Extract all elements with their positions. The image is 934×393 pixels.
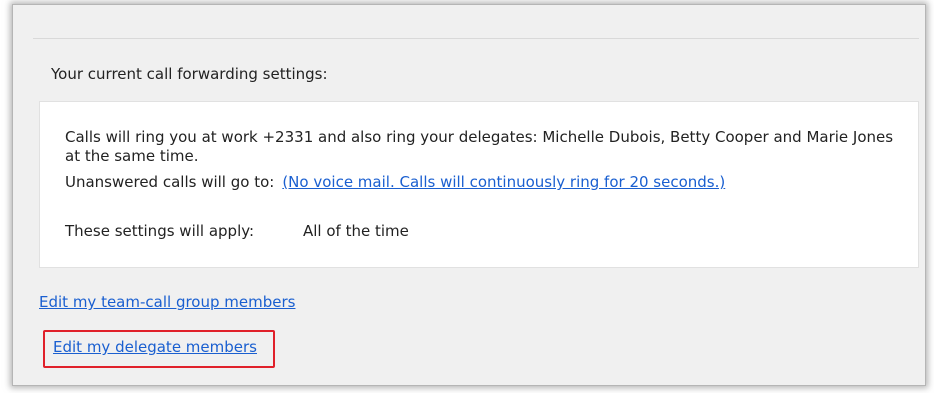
section-title: Your current call forwarding settings: xyxy=(51,65,328,83)
apply-label: These settings will apply: xyxy=(65,222,255,240)
settings-summary-box: Calls will ring you at work +2331 and al… xyxy=(39,101,919,268)
apply-value: All of the time xyxy=(303,222,409,240)
edit-delegate-link[interactable]: Edit my delegate members xyxy=(53,338,257,356)
call-forwarding-panel: Your current call forwarding settings: C… xyxy=(12,4,926,386)
apply-row: These settings will apply: All of the tim… xyxy=(65,222,409,240)
ring-description: Calls will ring you at work +2331 and al… xyxy=(65,128,894,165)
voicemail-setting-link[interactable]: (No voice mail. Calls will continuously … xyxy=(282,173,725,191)
edit-team-call-link[interactable]: Edit my team-call group members xyxy=(39,293,295,311)
divider xyxy=(33,38,919,39)
unanswered-label: Unanswered calls will go to: xyxy=(65,173,275,191)
unanswered-row: Unanswered calls will go to: (No voice ma… xyxy=(65,173,725,191)
